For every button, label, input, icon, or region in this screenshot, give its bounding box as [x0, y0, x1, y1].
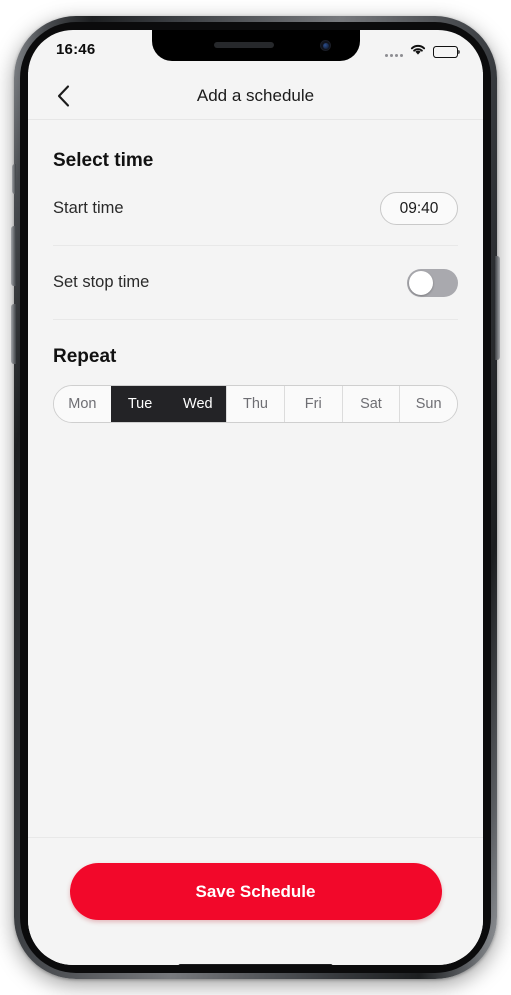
phone-screen: 16:46 Add a schedule Select time Start t… — [28, 30, 483, 965]
day-option-fri[interactable]: Fri — [283, 386, 342, 422]
back-button[interactable] — [46, 79, 80, 113]
wifi-icon — [409, 43, 427, 61]
status-bar-indicators — [385, 43, 461, 61]
volume-down-button[interactable] — [11, 304, 16, 364]
volume-up-button[interactable] — [11, 226, 16, 286]
toggle-knob — [409, 270, 433, 295]
power-button[interactable] — [495, 256, 500, 360]
chevron-left-icon — [57, 84, 69, 107]
status-bar-time: 16:46 — [56, 41, 96, 58]
set-stop-time-row[interactable]: Set stop time — [53, 246, 458, 320]
home-indicator-area — [28, 947, 483, 965]
day-option-thu[interactable]: Thu — [226, 386, 284, 422]
signal-dots-icon — [385, 48, 403, 57]
schedule-form: Select time Start time 09:40 Set stop ti… — [28, 120, 483, 837]
start-time-row[interactable]: Start time 09:40 — [53, 172, 458, 246]
app-header: Add a schedule — [28, 72, 483, 120]
day-option-sat[interactable]: Sat — [341, 386, 400, 422]
repeat-day-selector[interactable]: Mon Tue Wed Thu Fri Sat Sun — [53, 385, 458, 423]
day-option-mon[interactable]: Mon — [54, 386, 111, 422]
bottom-action-bar: Save Schedule — [28, 837, 483, 947]
start-time-label: Start time — [53, 199, 124, 217]
status-bar: 16:46 — [28, 30, 483, 72]
start-time-value-button[interactable]: 09:40 — [380, 192, 458, 225]
day-option-wed[interactable]: Wed — [168, 386, 227, 422]
day-option-sun[interactable]: Sun — [399, 386, 457, 422]
repeat-heading: Repeat — [53, 346, 117, 367]
set-stop-time-label: Set stop time — [53, 273, 150, 291]
save-schedule-button[interactable]: Save Schedule — [69, 863, 442, 920]
select-time-heading: Select time — [53, 150, 154, 171]
page-title: Add a schedule — [196, 85, 315, 105]
mute-switch-button[interactable] — [12, 164, 16, 194]
home-indicator[interactable] — [178, 963, 333, 965]
day-option-tue[interactable]: Tue — [110, 386, 169, 422]
set-stop-time-toggle[interactable] — [407, 268, 458, 297]
battery-icon — [433, 46, 461, 58]
phone-device: 16:46 Add a schedule Select time Start t… — [11, 16, 500, 979]
